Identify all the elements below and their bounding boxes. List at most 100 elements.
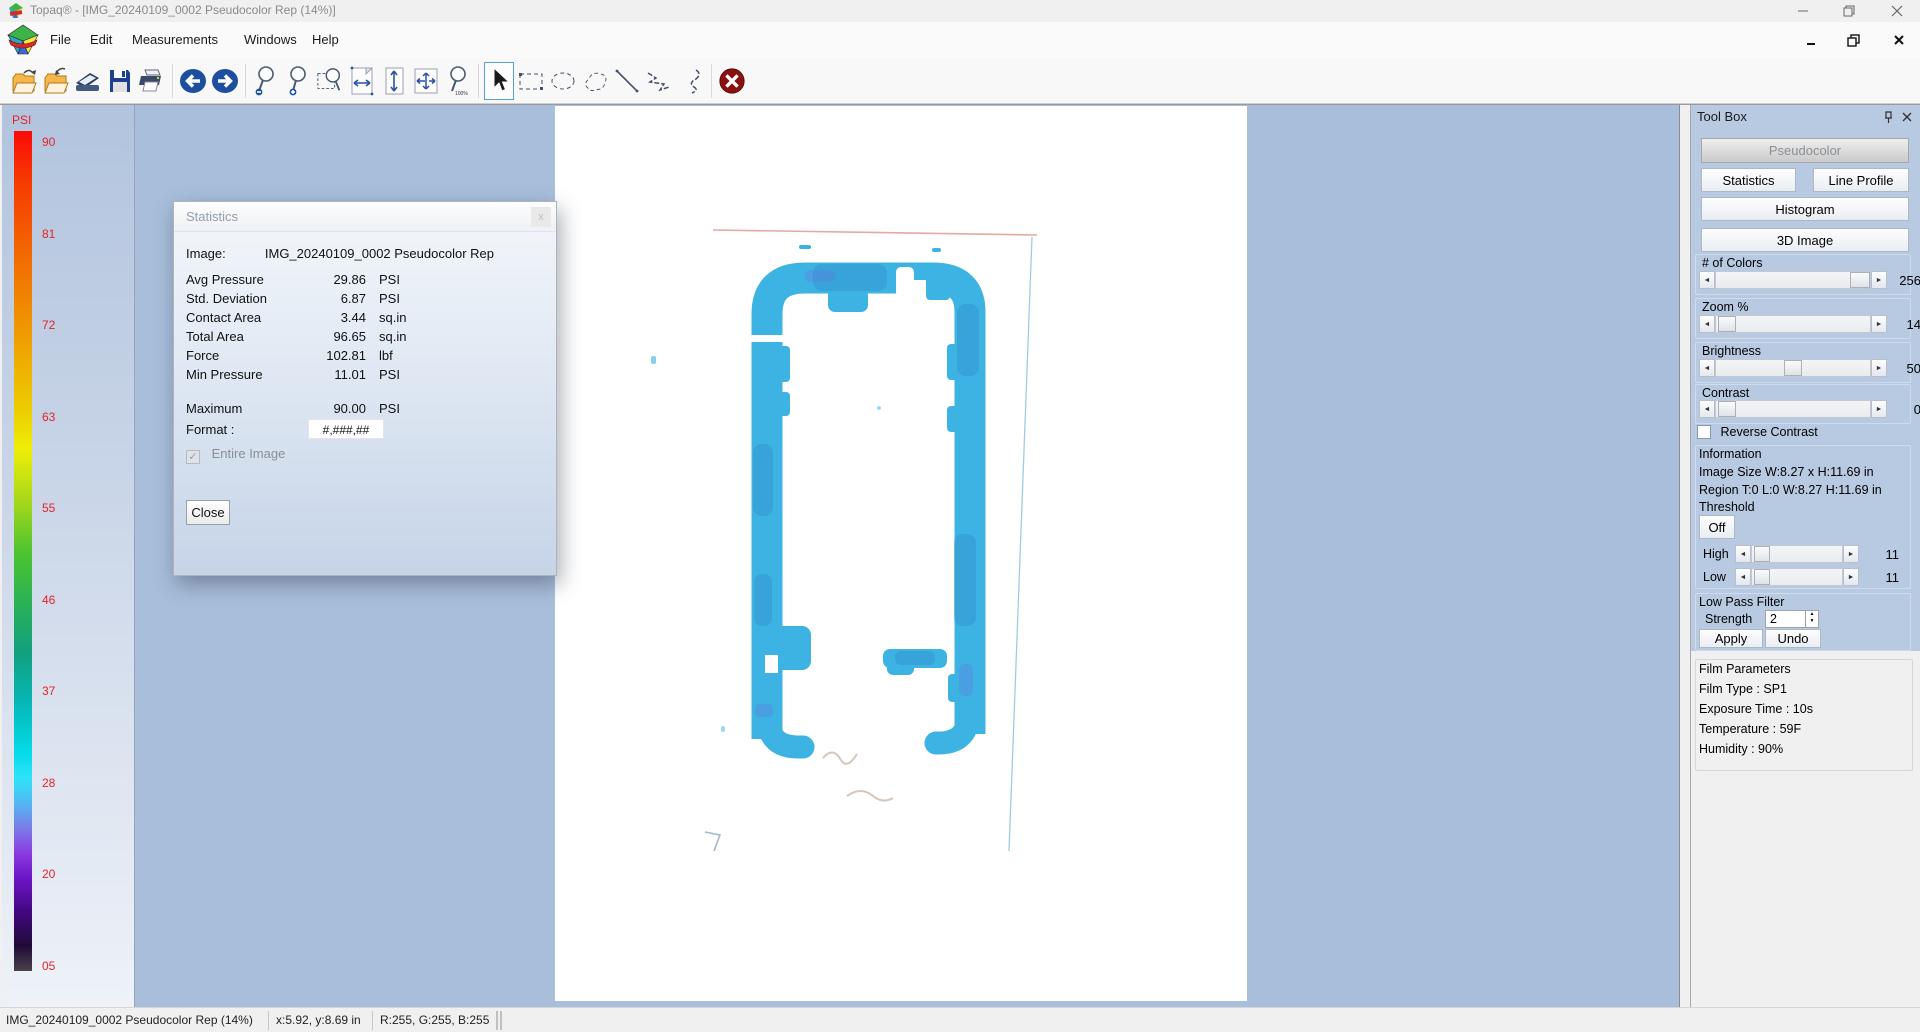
zoom-region-icon[interactable] — [315, 62, 345, 100]
zoom-in-icon[interactable] — [283, 62, 313, 100]
window-title: Topaq® - [IMG_20240109_0002 Pseudocolor … — [30, 3, 336, 17]
statistics-dialog-title: Statistics — [186, 209, 238, 224]
slider-right-arrow[interactable]: ► — [1843, 568, 1859, 586]
stats-image-row: Image: IMG_20240109_0002 Pseudocolor Rep — [186, 246, 546, 265]
slider-left-arrow[interactable]: ◄ — [1699, 271, 1715, 289]
zoom-out-icon[interactable] — [251, 62, 281, 100]
menu-file[interactable]: File — [44, 30, 77, 49]
zoom-slider: ◄ ► 14 — [1699, 315, 1913, 333]
format-input[interactable]: #,###,## — [308, 419, 384, 439]
zoom-100-icon[interactable]: 100% — [443, 62, 473, 100]
select-arrow-icon[interactable] — [484, 62, 514, 100]
spinner-arrows-icon[interactable]: ▲▼ — [1805, 611, 1818, 627]
image-canvas[interactable]: Statistics x Image: IMG_20240109_0002 Ps… — [135, 105, 1680, 1008]
scale-tick: 05 — [42, 959, 55, 973]
contrast-slider: ◄ ► 0 — [1699, 400, 1913, 418]
pseudocolor-scale-bar — [14, 131, 32, 971]
menu-windows[interactable]: Windows — [238, 30, 303, 49]
menu-help[interactable]: Help — [306, 30, 345, 49]
slider-right-arrow[interactable]: ► — [1871, 359, 1887, 377]
stats-image-label: Image: — [186, 246, 226, 261]
statistics-dialog-titlebar[interactable]: Statistics x — [174, 202, 556, 232]
scale-tick: 63 — [42, 410, 55, 424]
scale-tick: 72 — [42, 318, 55, 332]
statistics-button[interactable]: Statistics — [1701, 168, 1796, 192]
slider-track[interactable] — [1715, 271, 1871, 289]
scale-tick: 28 — [42, 776, 55, 790]
select-ellipse-icon[interactable] — [548, 62, 578, 100]
toolbox-title: Tool Box — [1697, 109, 1747, 124]
region-text: Region T:0 L:0 W:8.27 H:11.69 in — [1699, 483, 1882, 497]
slider-track[interactable] — [1751, 545, 1843, 563]
slider-right-arrow[interactable]: ► — [1871, 400, 1887, 418]
mdi-restore-button[interactable] — [1840, 29, 1866, 51]
slider-track[interactable] — [1715, 315, 1871, 333]
close-button[interactable]: Close — [186, 500, 230, 525]
pseudocolor-button[interactable]: Pseudocolor — [1701, 138, 1909, 163]
histogram-button[interactable]: Histogram — [1701, 197, 1909, 221]
slider-left-arrow[interactable]: ◄ — [1699, 315, 1715, 333]
format-label: Format : — [186, 422, 234, 437]
strength-spinner[interactable]: 2 ▲▼ — [1765, 610, 1819, 628]
slider-right-arrow[interactable]: ► — [1871, 271, 1887, 289]
draw-line-icon[interactable] — [612, 62, 642, 100]
line-profile-button[interactable]: Line Profile — [1813, 168, 1909, 192]
mdi-close-button[interactable] — [1886, 29, 1912, 51]
slider-left-arrow[interactable]: ◄ — [1735, 568, 1751, 586]
stats-row: Min Pressure 11.01 PSI — [186, 367, 546, 386]
toolbar: 100% — [0, 58, 1920, 104]
statistics-dialog[interactable]: Statistics x Image: IMG_20240109_0002 Ps… — [173, 201, 557, 576]
statistics-dialog-close-icon[interactable]: x — [531, 207, 551, 227]
fit-width-icon[interactable] — [347, 62, 377, 100]
undo-button[interactable]: Undo — [1765, 629, 1821, 648]
toolbox-close-icon[interactable] — [1902, 112, 1912, 122]
forward-icon[interactable] — [210, 62, 240, 100]
threshold-off-button[interactable]: Off — [1699, 515, 1735, 539]
3d-image-button[interactable]: 3D Image — [1701, 228, 1909, 252]
slider-right-arrow[interactable]: ► — [1871, 315, 1887, 333]
select-rectangle-icon[interactable] — [516, 62, 546, 100]
back-icon[interactable] — [178, 62, 208, 100]
stats-maximum-row: Maximum 90.00 PSI — [186, 401, 546, 420]
slider-track[interactable] — [1715, 400, 1871, 418]
slider-left-arrow[interactable]: ◄ — [1699, 400, 1715, 418]
brightness-value: 50 — [1891, 361, 1920, 376]
select-freehand-icon[interactable] — [580, 62, 610, 100]
pin-icon[interactable] — [1883, 111, 1894, 124]
scan-icon[interactable] — [73, 62, 103, 100]
fit-height-icon[interactable] — [379, 62, 409, 100]
title-bar: Topaq® - [IMG_20240109_0002 Pseudocolor … — [0, 0, 1920, 22]
slider-track[interactable] — [1751, 568, 1843, 586]
slider-left-arrow[interactable]: ◄ — [1735, 545, 1751, 563]
print-icon[interactable] — [137, 62, 167, 100]
entire-image-checkbox[interactable]: ✓ — [186, 450, 200, 464]
status-grip — [500, 1011, 502, 1030]
open-export-icon[interactable] — [9, 62, 39, 100]
menu-measurements[interactable]: Measurements — [126, 30, 224, 49]
apply-button[interactable]: Apply — [1699, 629, 1763, 648]
slider-left-arrow[interactable]: ◄ — [1699, 359, 1715, 377]
mdi-minimize-button[interactable] — [1798, 29, 1824, 51]
slider-right-arrow[interactable]: ► — [1843, 545, 1859, 563]
save-icon[interactable] — [105, 62, 135, 100]
threshold-label: Threshold — [1699, 500, 1755, 514]
fit-page-icon[interactable] — [411, 62, 441, 100]
pressure-film-image[interactable] — [555, 106, 1247, 1001]
delete-icon[interactable] — [717, 62, 747, 100]
svg-text:100%: 100% — [455, 91, 468, 97]
humidity-text: Humidity : 90% — [1699, 742, 1783, 756]
slider-track[interactable] — [1715, 359, 1871, 377]
status-document-name: IMG_20240109_0002 Pseudocolor Rep (14%) — [6, 1013, 253, 1027]
menu-edit[interactable]: Edit — [84, 30, 118, 49]
draw-polyline-icon[interactable] — [644, 62, 674, 100]
window-close-button[interactable] — [1882, 0, 1912, 22]
reverse-contrast-checkbox[interactable] — [1697, 425, 1711, 439]
window-restore-button[interactable] — [1834, 0, 1864, 22]
window-minimize-button[interactable] — [1788, 0, 1818, 22]
main-area: PSI 90 81 72 63 55 46 37 28 20 05 — [0, 104, 1920, 1007]
open-import-icon[interactable] — [41, 62, 71, 100]
stats-row: Contact Area 3.44 sq.in — [186, 310, 546, 329]
threshold-low-value: 11 — [1869, 570, 1899, 585]
draw-curve-icon[interactable] — [676, 62, 706, 100]
toolbar-separator — [172, 64, 173, 98]
